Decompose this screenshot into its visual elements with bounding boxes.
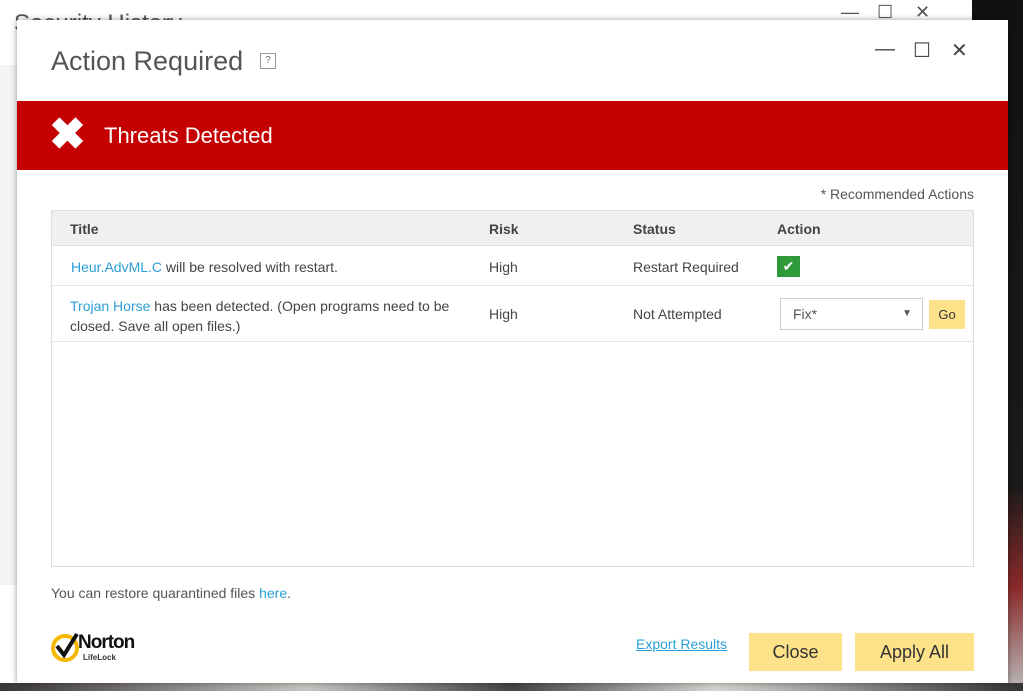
action-required-dialog: Action Required ? — ☐ ✕ ✖ Threats Detect… [17,20,1008,683]
header-status: Status [633,221,676,237]
header-title: Title [70,221,99,237]
help-icon[interactable]: ? [260,53,276,69]
threat-link[interactable]: Heur.AdvML.C [71,259,162,275]
threat-description: will be resolved with restart. [162,259,338,275]
norton-brand: Norton [78,632,135,653]
apply-all-button[interactable]: Apply All [855,633,974,671]
risk: High [489,259,518,275]
norton-check-icon [51,632,79,662]
close-button[interactable]: Close [749,633,842,671]
action-select[interactable]: Fix* ▼ [780,298,923,330]
restore-text: You can restore quarantined files here. [51,585,291,601]
banner-text: Threats Detected [104,123,273,148]
checkmark-icon: ✔ [777,256,800,277]
table-header: Title Risk Status Action [52,211,973,246]
maximize-button[interactable]: ☐ [913,38,931,63]
threat-title: Heur.AdvML.C will be resolved with resta… [71,259,338,275]
threat-title: Trojan Horse has been detected. (Open pr… [70,296,470,336]
close-window-button[interactable]: ✕ [951,38,968,63]
table-row: Heur.AdvML.C will be resolved with resta… [52,247,973,286]
status: Restart Required [633,259,739,275]
recommended-note: * Recommended Actions [820,186,974,202]
threat-link[interactable]: Trojan Horse [70,298,150,314]
export-results-link[interactable]: Export Results [636,636,727,652]
restore-end: . [287,585,291,601]
threats-table: Title Risk Status Action Heur.AdvML.C wi… [51,210,974,567]
risk: High [489,306,518,322]
lifelock-brand: LifeLock [83,653,116,662]
action-select-value: Fix* [793,306,818,322]
dialog-title: Action Required [51,46,244,76]
threats-banner: ✖ Threats Detected [17,101,1008,170]
chevron-down-icon: ▼ [902,308,912,319]
table-row: Trojan Horse has been detected. (Open pr… [52,286,973,342]
status: Not Attempted [633,306,722,322]
header-risk: Risk [489,221,519,237]
restore-label: You can restore quarantined files [51,585,260,601]
x-icon: ✖ [49,110,86,159]
desktop-background-bottom [0,683,1023,691]
norton-logo: Norton LifeLock [51,630,151,664]
go-button[interactable]: Go [929,300,965,329]
restore-here-link[interactable]: here [259,585,287,601]
minimize-button[interactable]: — [875,38,895,61]
header-action: Action [777,221,821,237]
